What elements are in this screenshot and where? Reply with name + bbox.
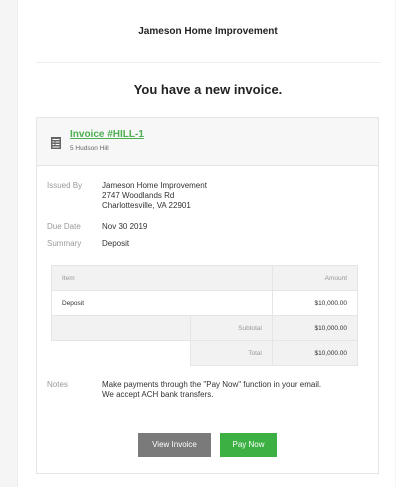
invoice-header: Invoice #HILL-1 5 Hudson Hill: [37, 118, 378, 166]
notes-text: Make payments through the "Pay Now" func…: [102, 380, 377, 400]
notes-label: Notes: [47, 380, 68, 389]
document-icon: [51, 137, 61, 149]
notes-line-2: We accept ACH bank transfers.: [102, 390, 214, 399]
table-header-row: Item Amount: [51, 265, 358, 291]
summary-value: Deposit: [102, 239, 130, 248]
row-item: Deposit: [51, 290, 273, 316]
table-row: Deposit $10,000.00: [51, 290, 358, 316]
total-row: Total $10,000.00: [52, 340, 358, 366]
email-body: Jameson Home Improvement You have a new …: [17, 0, 395, 487]
subtotal-row: Subtotal $10,000.00: [51, 315, 358, 341]
total-spacer: [52, 341, 191, 366]
issued-by-label: Issued By: [47, 181, 83, 190]
invoice-card: Invoice #HILL-1 5 Hudson Hill Issued By …: [36, 117, 379, 474]
pay-now-button[interactable]: Pay Now: [220, 433, 277, 457]
issuer-city: Charlottesville, VA 22901: [102, 201, 191, 210]
divider: [36, 62, 381, 63]
issuer-name: Jameson Home Improvement: [102, 181, 207, 190]
invoice-number-link[interactable]: Invoice #HILL-1: [70, 129, 144, 140]
issued-by-value: Jameson Home Improvement 2747 Woodlands …: [102, 181, 207, 211]
total-value: $10,000.00: [272, 340, 358, 366]
subtotal-value: $10,000.00: [272, 315, 358, 341]
summary-label: Summary: [47, 239, 82, 248]
due-date-value: Nov 30 2019: [102, 222, 148, 231]
row-amount: $10,000.00: [272, 290, 358, 316]
headline: You have a new invoice.: [133, 82, 283, 97]
due-date-label: Due Date: [47, 222, 81, 231]
line-items-table: Item Amount Deposit $10,000.00 Subtotal …: [51, 265, 358, 366]
subtotal-spacer: [51, 315, 191, 341]
col-amount-header: Amount: [272, 265, 358, 291]
col-item-header: Item: [51, 265, 273, 291]
subtotal-label: Subtotal: [190, 315, 273, 341]
issuer-street: 2747 Woodlands Rd: [102, 191, 175, 200]
invoice-address: 5 Hudson Hill: [70, 145, 109, 152]
view-invoice-button[interactable]: View Invoice: [138, 433, 211, 457]
notes-line-1: Make payments through the "Pay Now" func…: [102, 380, 322, 389]
total-label: Total: [190, 340, 273, 366]
company-name: Jameson Home Improvement: [138, 26, 278, 37]
